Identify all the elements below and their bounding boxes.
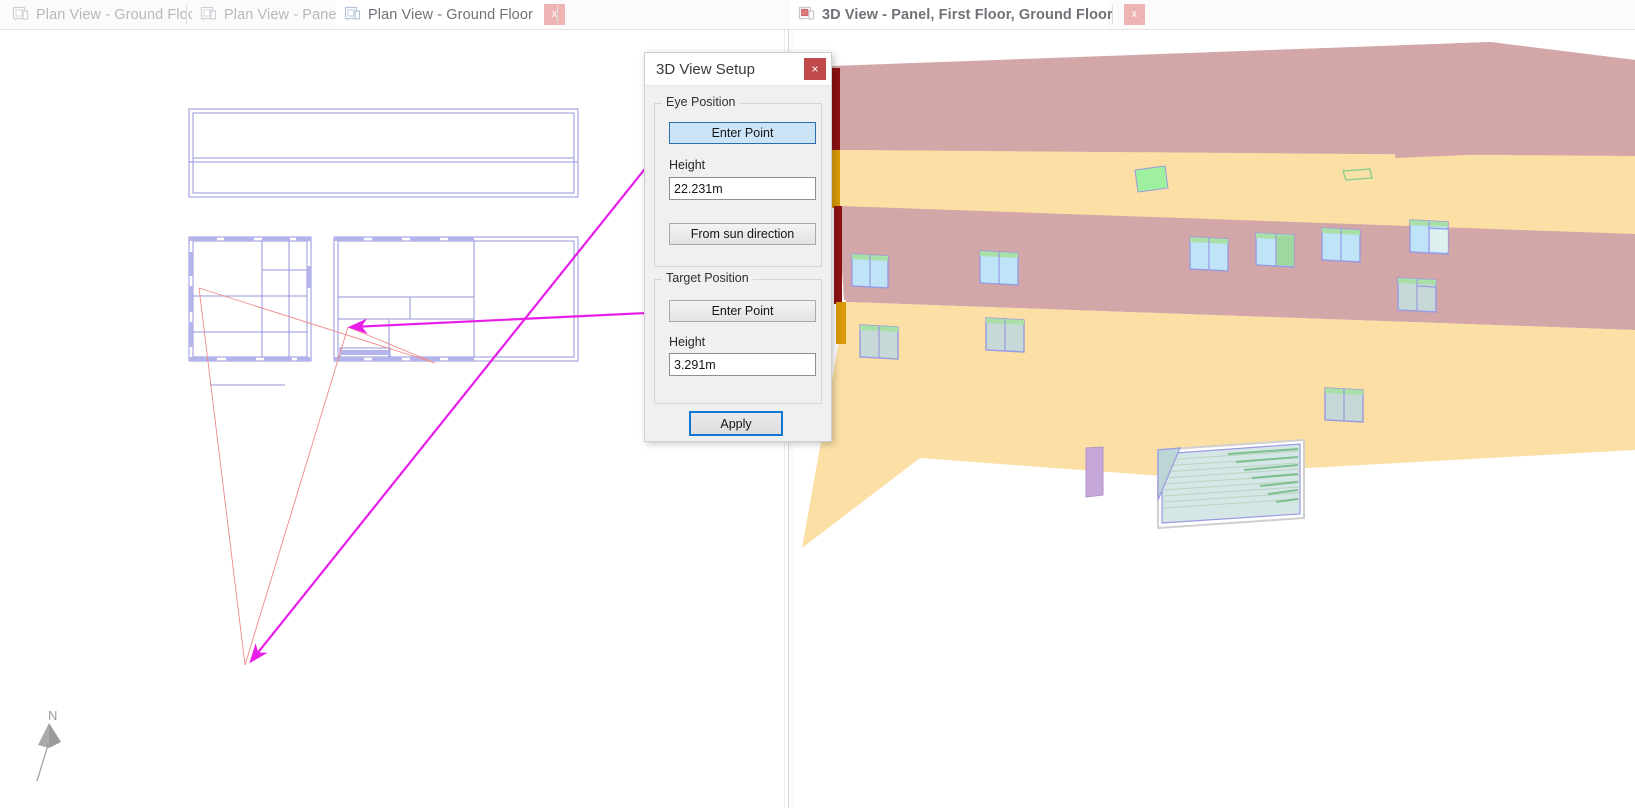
- plan-view-icon: [200, 6, 217, 23]
- eye-height-label: Height: [669, 158, 706, 172]
- tab-separator: [1112, 5, 1113, 24]
- tab-plan-view-ground-floor-2[interactable]: Plan View - Ground Floor x: [336, 0, 565, 29]
- skylight-outline: [1342, 168, 1373, 181]
- eye-height-input[interactable]: 22.231m: [669, 177, 816, 200]
- apply-button[interactable]: Apply: [689, 411, 783, 436]
- window-group: [851, 219, 1449, 289]
- eye-position-legend: Eye Position: [662, 95, 740, 109]
- 3d-view-setup-dialog[interactable]: 3D View Setup × Eye Position Enter Point…: [644, 52, 832, 442]
- plan-view-icon: [344, 6, 361, 23]
- tab-separator: [557, 5, 558, 24]
- plan-view-icon: [12, 6, 29, 23]
- tab-label: Plan View - Ground Floor: [368, 6, 533, 23]
- tab-plan-view-panel[interactable]: Plan View - Panel: [192, 0, 340, 29]
- eye-enter-point-button[interactable]: Enter Point: [669, 122, 816, 144]
- tab-close-button[interactable]: x: [543, 4, 565, 25]
- tab-label: Plan View - Ground Floor: [36, 6, 201, 23]
- skylight-green: [1134, 165, 1169, 193]
- tab-label: Plan View - Panel: [224, 6, 340, 23]
- 3d-building-model: [790, 30, 1635, 808]
- view-3d-icon: [798, 6, 815, 23]
- dialog-title: 3D View Setup: [656, 61, 755, 78]
- north-label: N: [48, 708, 58, 723]
- tab-bar: Plan View - Ground Floor Plan View - Pan…: [0, 0, 1635, 30]
- from-sun-direction-button[interactable]: From sun direction: [669, 223, 816, 245]
- tab-3d-view[interactable]: 3D View - Panel, First Floor, Ground Flo…: [790, 0, 1145, 29]
- tab-close-button[interactable]: x: [1123, 4, 1145, 25]
- tab-plan-view-ground-floor-1[interactable]: Plan View - Ground Floor: [4, 0, 201, 29]
- dialog-close-button[interactable]: ×: [804, 58, 826, 80]
- target-height-label: Height: [669, 335, 706, 349]
- tab-separator: [186, 5, 187, 24]
- door: [1085, 446, 1104, 498]
- curtain-wall: [1157, 438, 1305, 530]
- tab-label: 3D View - Panel, First Floor, Ground Flo…: [822, 6, 1113, 23]
- north-arrow-icon: [36, 723, 61, 782]
- target-position-legend: Target Position: [662, 271, 753, 285]
- window-group-lower: [859, 277, 1437, 423]
- target-height-input[interactable]: 3.291m: [669, 353, 816, 376]
- target-enter-point-button[interactable]: Enter Point: [669, 300, 816, 322]
- rear-block: [835, 44, 1635, 245]
- 3d-view-canvas[interactable]: [790, 30, 1635, 808]
